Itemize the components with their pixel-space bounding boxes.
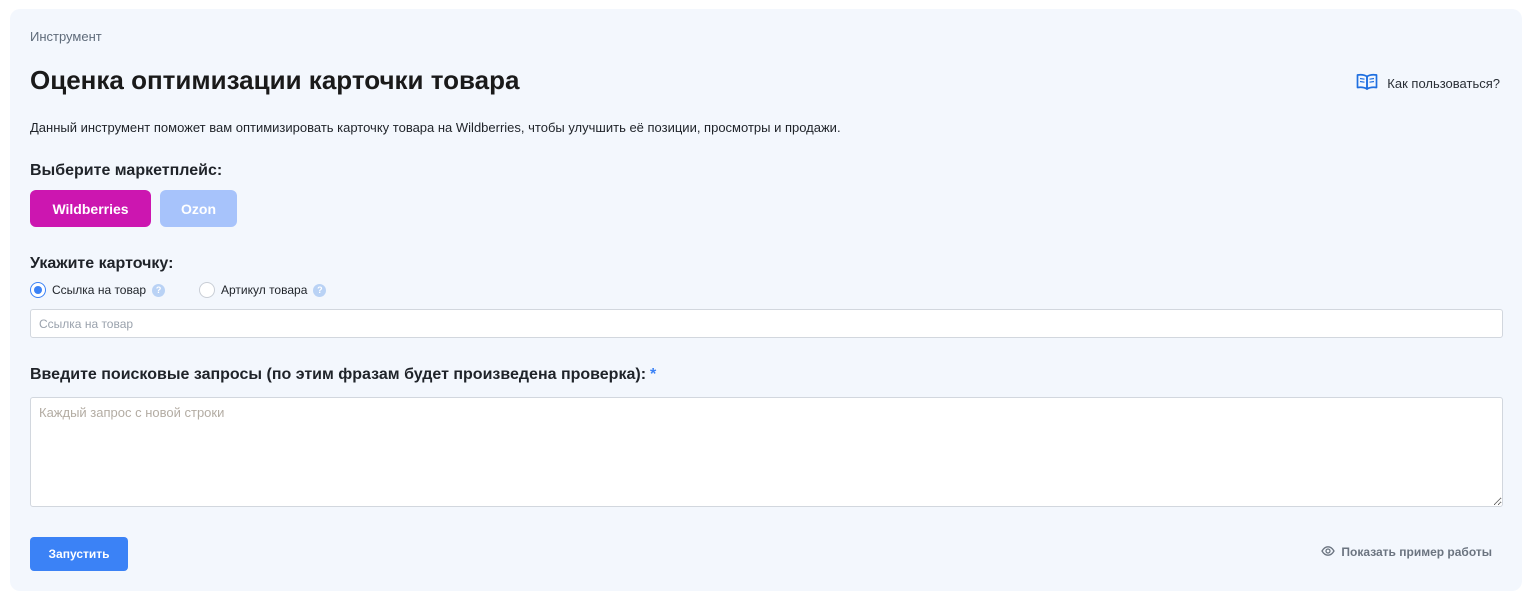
eye-icon — [1321, 545, 1336, 559]
card-heading: Укажите карточку: — [30, 255, 174, 272]
radio-label: Ссылка на товар — [52, 283, 147, 297]
run-button[interactable]: Запустить — [30, 537, 128, 571]
tool-description: Данный инструмент поможет вам оптимизиро… — [30, 120, 841, 135]
show-example-link[interactable]: Показать пример работы — [1321, 545, 1492, 559]
marketplace-ozon-button[interactable]: Ozon — [160, 190, 237, 227]
radio-product-article[interactable]: Артикул товара ? — [199, 282, 327, 298]
question-icon[interactable]: ? — [152, 283, 166, 297]
marketplace-wildberries-button[interactable]: Wildberries — [30, 190, 151, 227]
queries-heading-text: Введите поисковые запросы (по этим фраза… — [30, 366, 647, 383]
product-link-input[interactable] — [30, 309, 1503, 338]
search-queries-textarea[interactable] — [30, 397, 1503, 507]
radio-button-checked[interactable] — [30, 282, 46, 298]
radio-label: Артикул товара — [221, 283, 308, 297]
breadcrumb: Инструмент — [30, 29, 102, 44]
help-link-label: Как пользоваться? — [1387, 75, 1500, 91]
required-mark: * — [650, 366, 657, 383]
show-example-label: Показать пример работы — [1341, 545, 1492, 559]
marketplace-heading: Выберите маркетплейс: — [30, 162, 223, 179]
book-icon — [1356, 73, 1378, 93]
radio-button[interactable] — [199, 282, 215, 298]
tool-card: Инструмент Оценка оптимизации карточки т… — [10, 9, 1522, 591]
page-title: Оценка оптимизации карточки товара — [30, 65, 520, 95]
help-link[interactable]: Как пользоваться? — [1356, 73, 1500, 93]
queries-heading: Введите поисковые запросы (по этим фраза… — [30, 366, 656, 384]
radio-product-link[interactable]: Ссылка на товар ? — [30, 282, 166, 298]
question-icon[interactable]: ? — [313, 283, 327, 297]
